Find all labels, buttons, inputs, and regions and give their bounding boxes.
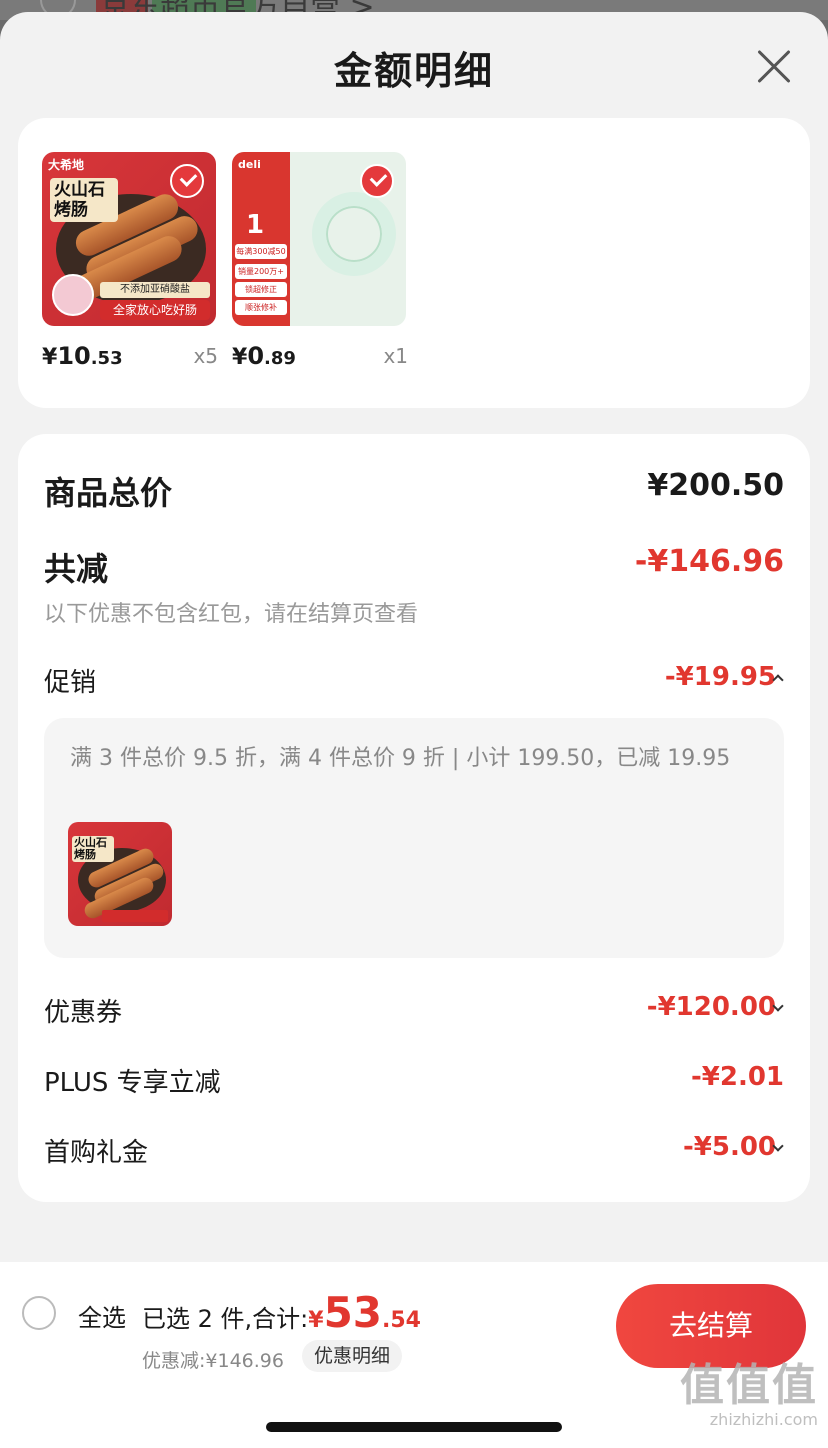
goods-total-value: ¥200.50 xyxy=(647,468,784,503)
product-brand: deli xyxy=(238,158,261,171)
order-summary: 已选 2 件,合计:¥53.54 xyxy=(142,1288,421,1337)
checkout-button[interactable]: 去结算 xyxy=(616,1284,806,1368)
first-purchase-row[interactable]: 首购礼金 -¥5.00 xyxy=(44,1132,784,1172)
checkout-bar: 全选 已选 2 件,合计:¥53.54 优惠减:¥146.96 优惠明细 去结算… xyxy=(0,1262,828,1448)
watermark-url: zhizhizhi.com xyxy=(709,1410,818,1429)
checked-icon[interactable] xyxy=(170,164,204,198)
product-thumbnail-tape: deli 1 每满300减50 销量200万+ 锁超修正 顺张修补 xyxy=(232,152,406,326)
product-thumbnail-sausage: 大希地 火山石烤肠 不添加亚硝酸盐 全家放心吃好肠 xyxy=(42,152,216,326)
product-qty: x5 xyxy=(193,344,218,368)
checked-icon[interactable] xyxy=(360,164,394,198)
promo-description: 满 3 件总价 9.5 折，满 4 件总价 9 折 | 小计 199.50，已减… xyxy=(70,746,731,771)
plus-value: -¥2.01 xyxy=(690,1062,784,1092)
reduction-note: 以下优惠不包含红包，请在结算页查看 xyxy=(44,602,419,627)
price-breakdown-card: 商品总价 ¥200.50 共减 -¥146.96 以下优惠不包含红包，请在结算页… xyxy=(18,434,810,1202)
home-indicator[interactable] xyxy=(266,1422,562,1432)
discount-detail-button[interactable]: 优惠明细 xyxy=(302,1340,403,1372)
saving-amount: 优惠减:¥146.96 xyxy=(142,1350,284,1372)
products-card: 大希地 火山石烤肠 不添加亚硝酸盐 全家放心吃好肠 ¥10.53 x5 deli… xyxy=(18,118,810,408)
close-icon[interactable] xyxy=(756,48,792,84)
reduction-label: 共减 xyxy=(44,550,109,588)
promo-label: 促销 xyxy=(44,668,97,698)
product-item[interactable]: deli 1 每满300减50 销量200万+ 锁超修正 顺张修补 ¥0.89 … xyxy=(232,152,408,378)
product-badge-name: 火山石烤肠 xyxy=(50,178,118,222)
coupon-row[interactable]: 优惠券 -¥120.00 xyxy=(44,992,784,1032)
promo-detail-box: 满 3 件总价 9.5 折，满 4 件总价 9 折 | 小计 199.50，已减… xyxy=(44,718,784,958)
watermark: 值值值 zhizhizhi.com xyxy=(680,1360,818,1430)
mascot-icon xyxy=(52,274,94,316)
watermark-logo: 值值值 xyxy=(680,1360,818,1411)
select-all-label[interactable]: 全选 xyxy=(78,1298,126,1333)
coupon-value: -¥120.00 xyxy=(646,992,776,1022)
first-purchase-label: 首购礼金 xyxy=(44,1138,149,1168)
first-purchase-value: -¥5.00 xyxy=(682,1132,776,1162)
goods-total-label: 商品总价 xyxy=(44,474,173,512)
product-brand: 大希地 xyxy=(48,158,85,172)
tape-roll-image xyxy=(312,192,396,276)
promo-value: -¥19.95 xyxy=(664,662,776,692)
total-price: ¥53.54 xyxy=(308,1288,421,1337)
sheet-title: 金额明细 xyxy=(333,49,494,93)
product-qty: x1 xyxy=(383,344,408,368)
select-all-checkbox[interactable] xyxy=(22,1296,56,1330)
promo-row[interactable]: 促销 -¥19.95 xyxy=(44,662,784,702)
reduction-value: -¥146.96 xyxy=(634,544,784,579)
product-price: ¥0.89 xyxy=(232,342,296,370)
plus-row: PLUS 专享立减 -¥2.01 xyxy=(44,1062,784,1102)
plus-label: PLUS 专享立减 xyxy=(44,1068,221,1098)
product-bar2: 不添加亚硝酸盐 xyxy=(100,282,210,298)
coupon-label: 优惠券 xyxy=(44,998,123,1028)
summary-prefix: 已选 2 件,合计: xyxy=(142,1305,309,1333)
product-item[interactable]: 大希地 火山石烤肠 不添加亚硝酸盐 全家放心吃好肠 ¥10.53 x5 xyxy=(42,152,218,378)
product-price: ¥10.53 xyxy=(42,342,123,370)
promo-product-thumbnail: 火山石烤肠 xyxy=(68,822,172,926)
product-bar: 全家放心吃好肠 xyxy=(100,300,210,320)
amount-detail-sheet: 金额明细 大希地 火山石烤肠 不添加亚硝酸盐 全家放心吃好肠 ¥10.53 x5 xyxy=(0,12,828,1448)
